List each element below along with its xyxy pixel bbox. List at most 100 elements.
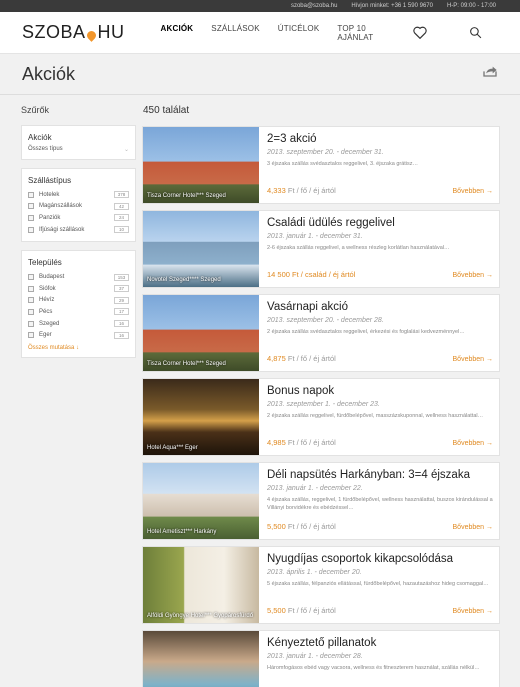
offer-dates: 2013. szeptember 20. - december 28. — [267, 317, 384, 324]
more-button[interactable]: Bővebben → — [453, 524, 493, 531]
option-count: 16 — [114, 331, 129, 339]
page-title-bar: Akciók — [0, 54, 520, 95]
checkbox[interactable] — [28, 214, 34, 221]
nav-top10[interactable]: TOP 10 AJÁNLAT — [337, 24, 395, 42]
filter-option[interactable]: Hotelek 378 — [28, 189, 129, 201]
offer-card[interactable]: Tisza Corner Hotel*** Szeged Vasárnapi a… — [142, 294, 500, 372]
show-all-link[interactable]: Összes mutatása ↓ — [28, 345, 129, 351]
checkbox[interactable] — [28, 308, 34, 315]
hotel-caption: Novotel Szeged**** Szeged — [147, 277, 221, 283]
offer-price: 5,500 Ft / fő / éj ártól — [267, 522, 336, 531]
filter-option[interactable]: Eger 16 — [28, 329, 129, 341]
option-label: Hotelek — [39, 191, 60, 198]
more-button[interactable]: Bővebben → — [453, 188, 493, 195]
offer-title[interactable]: Déli napsütés Harkányban: 3=4 éjszaka — [267, 469, 493, 482]
offer-price: 14 500 Ft / család / éj ártól — [267, 270, 356, 279]
filter-option[interactable]: Siófok 37 — [28, 283, 129, 295]
offer-price: 4,875 Ft / fő / éj ártól — [267, 354, 336, 363]
hotel-caption: Hotel Aqua*** Eger — [147, 445, 198, 451]
option-count: 378 — [114, 191, 129, 199]
contact-email[interactable]: szoba@szoba.hu — [291, 3, 337, 9]
offer-dates: 2013. január 1. - december 28. — [267, 653, 363, 660]
checkbox[interactable] — [28, 332, 34, 339]
offer-card[interactable]: Hotel Ametiszt*** Harkány Déli napsütés … — [142, 462, 500, 540]
share-icon[interactable] — [482, 65, 498, 83]
filter-option[interactable]: Ifjúsági szállások 10 — [28, 224, 129, 236]
option-count: 10 — [114, 226, 129, 234]
site-logo[interactable]: SZOBA HU — [22, 22, 125, 43]
offer-description: 2 éjszaka szállás svédasztalos reggelive… — [267, 329, 465, 335]
offer-title[interactable]: 2=3 akció — [267, 133, 493, 146]
contact-phone: Hívjon minket: +36 1 590 9670 — [351, 3, 433, 9]
option-count: 42 — [114, 202, 129, 210]
option-label: Eger — [39, 332, 52, 339]
nav-uticelok[interactable]: ÚTICÉLOK — [278, 24, 320, 42]
option-label: Siófok — [39, 285, 56, 292]
accommodation-type-heading: Szállástípus — [28, 176, 72, 185]
page-title: Akciók — [22, 63, 76, 84]
offer-image[interactable]: Novotel Szeged**** Szeged — [143, 211, 259, 287]
opening-hours: H-P: 09:00 - 17:00 — [446, 3, 496, 9]
filter-option[interactable]: Budapest 153 — [28, 271, 129, 283]
offer-type-select[interactable]: Összes típus ⌄ — [28, 146, 129, 153]
option-count: 24 — [114, 214, 129, 222]
offer-list: Tisza Corner Hotel*** Szeged 2=3 akció 2… — [142, 126, 500, 687]
offer-title[interactable]: Kényeztető pillanatok — [267, 637, 493, 650]
filter-option[interactable]: Panziók 24 — [28, 212, 129, 224]
offer-price: 4,333 Ft / fő / éj ártól — [267, 186, 336, 195]
akciok-filter-heading: Akciók — [28, 133, 52, 142]
results-count: 450 találat — [143, 105, 190, 116]
top-info-bar: szoba@szoba.hu Hívjon minket: +36 1 590 … — [0, 0, 520, 12]
filter-option[interactable]: Magánszállások 42 — [28, 201, 129, 213]
checkbox[interactable] — [28, 320, 34, 327]
location-filter-heading: Település — [28, 258, 62, 268]
option-label: Magánszállások — [39, 203, 83, 210]
offer-title[interactable]: Családi üdülés reggelivel — [267, 217, 493, 230]
chevron-down-icon: ⌄ — [123, 147, 129, 153]
checkbox[interactable] — [28, 203, 34, 210]
offer-price: 5,500 Ft / fő / éj ártól — [267, 606, 336, 615]
nav-akciok[interactable]: AKCIÓK — [161, 24, 194, 42]
offer-image[interactable]: Tisza Corner Hotel*** Szeged — [143, 295, 259, 371]
filter-option[interactable]: Hévíz 29 — [28, 295, 129, 307]
checkbox[interactable] — [28, 191, 34, 198]
hotel-caption: Tisza Corner Hotel*** Szeged — [147, 193, 226, 199]
checkbox[interactable] — [28, 274, 34, 281]
nav-szallasok[interactable]: SZÁLLÁSOK — [211, 24, 260, 42]
offer-image[interactable]: Alföldi Gyöngye Hotel*** Gyopárosfürdő — [143, 547, 259, 623]
offer-image[interactable]: Hotel Aqua*** Eger — [143, 379, 259, 455]
offer-title[interactable]: Vasárnapi akció — [267, 301, 493, 314]
logo-text-right: HU — [97, 22, 125, 42]
option-label: Ifjúsági szállások — [39, 226, 85, 233]
offer-card[interactable]: Hotel Aqua*** Eger Bonus napok 2013. sze… — [142, 378, 500, 456]
filter-sidebar: Szűrők Akciók Összes típus ⌄ Szállástípu… — [21, 105, 136, 366]
more-button[interactable]: Bővebben → — [453, 356, 493, 363]
offer-image[interactable] — [143, 631, 259, 687]
offer-image[interactable]: Hotel Ametiszt*** Harkány — [143, 463, 259, 539]
accommodation-type-box: Szállástípus Hotelek 378 Magánszállások 42… — [21, 168, 136, 243]
checkbox[interactable] — [28, 226, 34, 233]
offer-card[interactable]: Novotel Szeged**** Szeged Családi üdülés… — [142, 210, 500, 288]
filter-option[interactable]: Pécs 17 — [28, 306, 129, 318]
logo-text-left: SZOBA — [22, 22, 86, 42]
checkbox[interactable] — [28, 285, 34, 292]
hotel-caption: Alföldi Gyöngye Hotel*** Gyopárosfürdő — [147, 613, 254, 619]
more-button[interactable]: Bővebben → — [453, 608, 493, 615]
filter-option[interactable]: Szeged 16 — [28, 318, 129, 330]
offer-image[interactable]: Tisza Corner Hotel*** Szeged — [143, 127, 259, 203]
offer-card[interactable]: Kényeztető pillanatok 2013. január 1. - … — [142, 630, 500, 687]
option-label: Hévíz — [39, 297, 55, 304]
hotel-caption: Hotel Ametiszt*** Harkány — [147, 529, 217, 535]
search-icon[interactable] — [469, 26, 482, 39]
location-filter-box: Település Budapest 153 Siófok 37 Hévíz 29 P… — [21, 250, 136, 358]
more-button[interactable]: Bővebben → — [453, 272, 493, 279]
offer-card[interactable]: Tisza Corner Hotel*** Szeged 2=3 akció 2… — [142, 126, 500, 204]
heart-icon[interactable] — [413, 26, 427, 39]
offer-description: 2 éjszaka szállás reggelivel, fürdőbelép… — [267, 413, 484, 419]
offer-title[interactable]: Bonus napok — [267, 385, 493, 398]
checkbox[interactable] — [28, 297, 34, 304]
more-button[interactable]: Bővebben → — [453, 440, 493, 447]
offer-card[interactable]: Alföldi Gyöngye Hotel*** Gyopárosfürdő N… — [142, 546, 500, 624]
offer-title[interactable]: Nyugdíjas csoportok kikapcsolódása — [267, 553, 493, 566]
option-count: 153 — [114, 273, 129, 281]
